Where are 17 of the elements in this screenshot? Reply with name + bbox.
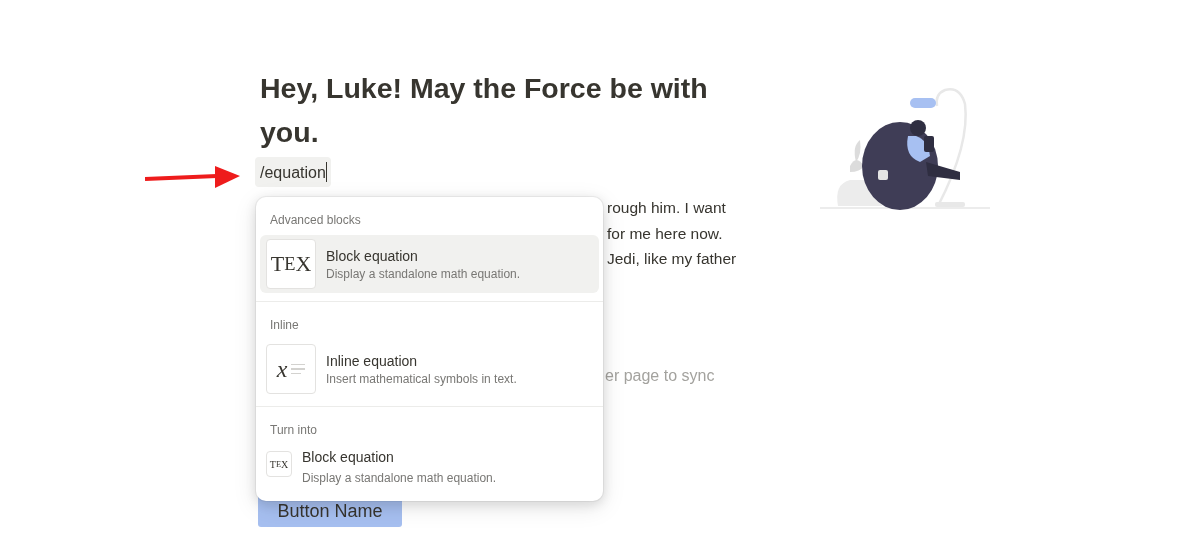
item-title: Block equation [302,449,395,465]
body-text: for me here now. [607,223,724,244]
section-heading: Turn into [269,422,318,439]
item-description: Display a standalone math equation. [302,471,497,485]
page-title: Hey, Luke! May the Force be with you. [260,71,709,150]
placeholder-text: er page to sync [605,366,715,385]
body-text: rough him. I want [607,198,727,218]
section-heading: Advanced blocks [269,212,362,229]
item-description: Display a standalone math equation. [326,266,521,281]
section-heading: Inline [269,317,300,334]
body-text: Jedi, like my father [607,249,738,269]
item-title: Inline equation [326,352,419,369]
item-title: Block equation [326,247,419,264]
command-input[interactable]: /equation [255,157,331,187]
menu-item[interactable]: x Inline equation Insert mathematical symbols in text. [260,340,599,398]
item-description: Insert mathematical symbols in text. [326,371,517,386]
inline-math-icon: x [266,344,316,394]
